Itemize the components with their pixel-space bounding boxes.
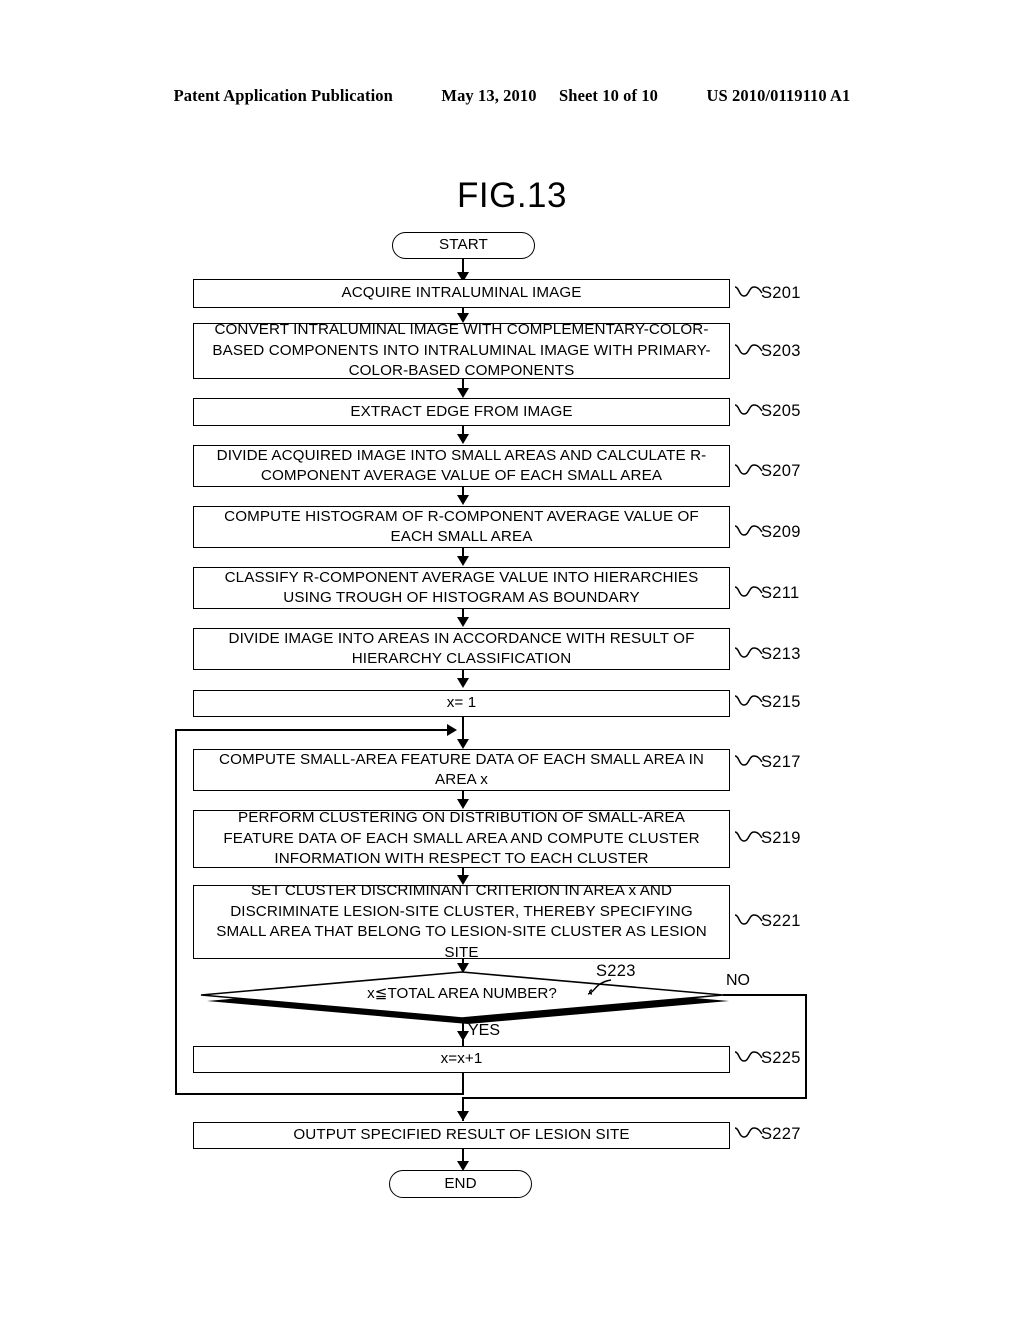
- step-ref-s211: S211: [761, 584, 800, 602]
- flow-node-s217: COMPUTE SMALL-AREA FEATURE DATA OF EACH …: [193, 749, 735, 796]
- flow-node-s209-label: COMPUTE HISTOGRAM OF R-COMPONENT AVERAGE…: [224, 507, 699, 546]
- arrowhead-s215-to-s217: [457, 739, 469, 749]
- flow-node-s203: CONVERT INTRALUMINAL IMAGE WITH COMPLEME…: [193, 321, 735, 384]
- loop-return-left-rail: [175, 729, 177, 1094]
- loop-return-top-segment: [175, 729, 452, 731]
- step-ref-s223: S223: [596, 962, 636, 980]
- flow-node-s211-label: CLASSIFY R-COMPONENT AVERAGE VALUE INTO …: [224, 568, 699, 607]
- connector-s223-no-vertical: [805, 994, 807, 1098]
- step-ref-s213: S213: [761, 645, 801, 663]
- flow-node-s213-label: DIVIDE IMAGE INTO AREAS IN ACCORDANCE WI…: [228, 629, 695, 668]
- flow-node-s225: x=x+1: [193, 1046, 735, 1078]
- leader-s207: [734, 461, 764, 481]
- flow-node-s203-label: CONVERT INTRALUMINAL IMAGE WITH COMPLEME…: [212, 321, 711, 380]
- flow-node-s205: EXTRACT EDGE FROM IMAGE: [193, 398, 735, 431]
- step-ref-s217: S217: [761, 753, 801, 771]
- flow-node-s213: DIVIDE IMAGE INTO AREAS IN ACCORDANCE WI…: [193, 628, 735, 675]
- step-ref-s219: S219: [761, 829, 801, 847]
- header-date: May 13, 2010: [441, 86, 537, 105]
- flow-node-s217-label: COMPUTE SMALL-AREA FEATURE DATA OF EACH …: [219, 750, 704, 789]
- connector-s223-no-horizontal: [723, 994, 807, 996]
- leader-s215: [734, 692, 764, 712]
- leader-s227: [734, 1124, 764, 1144]
- arrowhead-loop-return-merge: [447, 724, 457, 736]
- figure-title: FIG.13: [457, 176, 567, 215]
- leader-s221: [734, 911, 764, 931]
- step-ref-s225: S225: [761, 1049, 801, 1067]
- arrowhead-s211-to-s213: [457, 617, 469, 627]
- leader-s205: [734, 401, 764, 421]
- flow-node-end-label: END: [444, 1174, 477, 1192]
- flow-node-s211: CLASSIFY R-COMPONENT AVERAGE VALUE INTO …: [193, 567, 735, 614]
- flow-node-s225-label: x=x+1: [440, 1050, 483, 1068]
- connector-no-merge-horizontal: [462, 1097, 807, 1099]
- flow-node-s221-label: SET CLUSTER DISCRIMINANT CRITERION IN AR…: [216, 882, 707, 961]
- flow-node-s201: ACQUIRE INTRALUMINAL IMAGE: [193, 279, 735, 313]
- step-ref-s209: S209: [761, 523, 801, 541]
- flow-node-s223-decision: x≦TOTAL AREA NUMBER?: [193, 971, 731, 1027]
- flow-node-s223-label: x≦TOTAL AREA NUMBER?: [367, 985, 557, 1002]
- flow-node-s221: SET CLUSTER DISCRIMINANT CRITERION IN AR…: [193, 882, 735, 964]
- leader-s211: [734, 583, 764, 603]
- flow-node-s219: PERFORM CLUSTERING ON DISTRIBUTION OF SM…: [193, 809, 735, 873]
- flow-node-s209: COMPUTE HISTOGRAM OF R-COMPONENT AVERAGE…: [193, 506, 735, 553]
- leader-s213: [734, 644, 764, 664]
- arrowhead-s207-to-s209: [457, 495, 469, 505]
- flow-node-s205-label: EXTRACT EDGE FROM IMAGE: [350, 402, 573, 420]
- step-ref-s227: S227: [761, 1125, 801, 1143]
- step-ref-s221: S221: [761, 912, 801, 930]
- leader-s203: [734, 341, 764, 361]
- flow-node-end: END: [389, 1170, 536, 1202]
- connector-s225-loop-left: [175, 1093, 464, 1095]
- step-ref-s207: S207: [761, 462, 801, 480]
- step-ref-s205: S205: [761, 402, 801, 420]
- flow-node-s215: x= 1: [193, 690, 735, 722]
- header-publication: Patent Application Publication: [173, 86, 393, 105]
- flow-node-s207-label: DIVIDE ACQUIRED IMAGE INTO SMALL AREAS A…: [216, 446, 707, 485]
- arrowhead-s203-to-s205: [457, 388, 469, 398]
- publication-header: Patent Application Publication May 13, 2…: [0, 86, 1024, 106]
- step-ref-s203: S203: [761, 342, 801, 360]
- leader-s219: [734, 828, 764, 848]
- leader-s225: [734, 1048, 764, 1068]
- flow-node-s201-label: ACQUIRE INTRALUMINAL IMAGE: [341, 284, 582, 302]
- flow-node-s207: DIVIDE ACQUIRED IMAGE INTO SMALL AREAS A…: [193, 445, 735, 492]
- flow-node-start: START: [392, 232, 539, 263]
- flow-node-s227-label: OUTPUT SPECIFIED RESULT OF LESION SITE: [293, 1126, 630, 1144]
- arrowhead-s213-to-s215: [457, 678, 469, 688]
- branch-label-yes: YES: [468, 1022, 501, 1039]
- flow-node-s227: OUTPUT SPECIFIED RESULT OF LESION SITE: [193, 1122, 735, 1154]
- arrowhead-s205-to-s207: [457, 434, 469, 444]
- connector-s225-loop-down: [462, 1073, 464, 1095]
- patent-figure-page: Patent Application Publication May 13, 2…: [0, 0, 1024, 1320]
- flow-node-start-label: START: [439, 236, 488, 254]
- flow-node-s219-label: PERFORM CLUSTERING ON DISTRIBUTION OF SM…: [223, 809, 700, 868]
- leader-s201: [734, 283, 764, 303]
- leader-s217: [734, 752, 764, 772]
- step-ref-s201: S201: [761, 284, 801, 302]
- flow-node-s215-label: x= 1: [446, 694, 477, 712]
- header-sheet: Sheet 10 of 10: [559, 86, 659, 105]
- arrowhead-s209-to-s211: [457, 556, 469, 566]
- branch-label-no: NO: [726, 972, 750, 989]
- step-ref-s215: S215: [761, 693, 801, 711]
- header-patent-number: US 2010/0119110 A1: [706, 86, 851, 105]
- arrowhead-merge-to-s227: [457, 1111, 469, 1121]
- leader-s209: [734, 522, 764, 542]
